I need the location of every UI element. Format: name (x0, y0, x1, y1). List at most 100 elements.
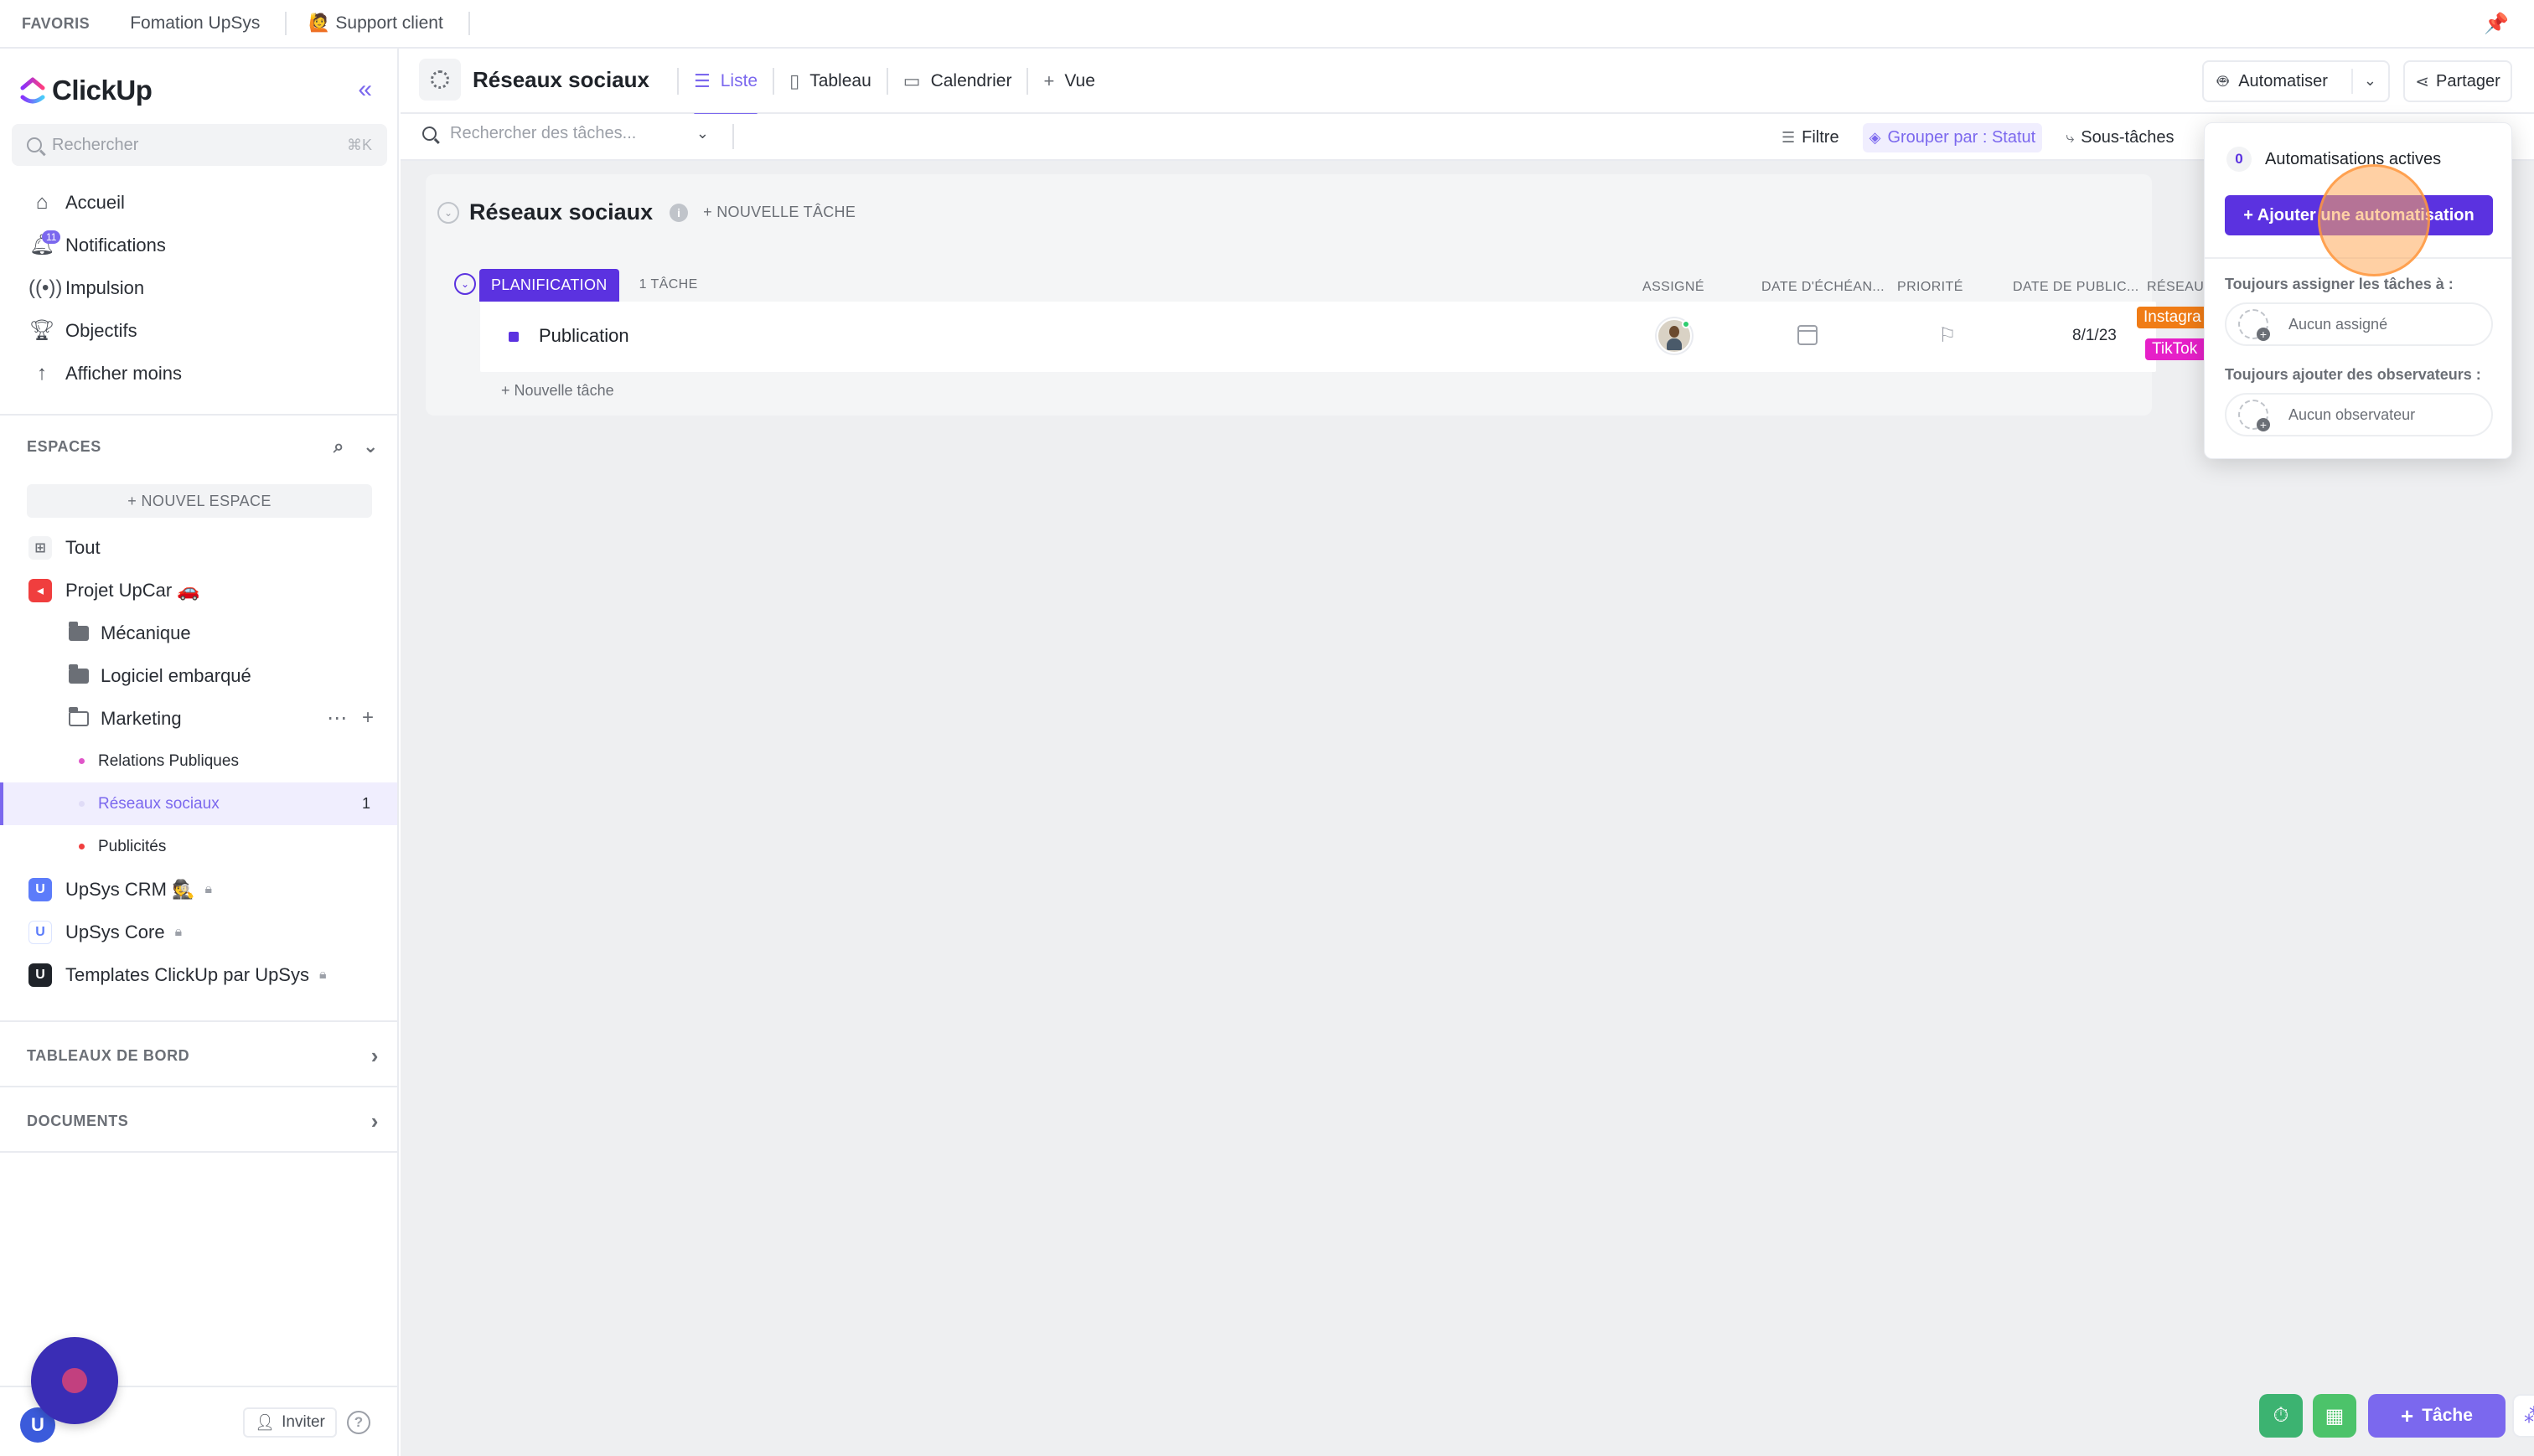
group-by-label: Grouper par : Statut (1887, 127, 2036, 147)
chevron-right-icon: › (370, 1108, 379, 1133)
brand-row: ClickUp « (20, 67, 380, 114)
help-icon[interactable]: ? (347, 1411, 370, 1434)
task-name[interactable]: Publication (539, 325, 629, 347)
documents-section[interactable]: DOCUMENTS › (27, 1108, 379, 1134)
nav-item-goals[interactable]: 🏆︎ Objectifs (0, 309, 397, 352)
folder-label: Mécanique (101, 622, 191, 643)
flag-icon[interactable]: ⚐ (1938, 323, 1957, 348)
task-status-icon[interactable] (509, 332, 519, 342)
folder-logiciel-embarque[interactable]: Logiciel embarqué (0, 654, 397, 697)
tab-board[interactable]: ▯ Tableau (774, 49, 887, 114)
favorites-separator (285, 12, 287, 35)
pin-icon[interactable]: 📌 (2484, 12, 2509, 36)
space-all[interactable]: ⊞ Tout (0, 526, 397, 569)
chevron-down-icon[interactable]: ⌄ (2364, 72, 2376, 90)
list-color-dot (79, 844, 85, 849)
column-due-date[interactable]: DATE D'ÉCHÉAN... (1761, 280, 1885, 295)
column-assignee[interactable]: ASSIGNÉ (1642, 280, 1704, 295)
status-pill[interactable]: PLANIFICATION (479, 268, 619, 302)
active-automations: 0 Automatisations actives (2226, 147, 2441, 172)
favorite-item-formation[interactable]: Fomation UpSys (130, 13, 260, 34)
dashboards-section[interactable]: TABLEAUX DE BORD › (27, 1043, 379, 1069)
table-row[interactable]: Publication ⚐ 8/1/23 Instagra TikTok (480, 302, 2208, 372)
subtasks-button[interactable]: ⤷ Sous-tâches (2059, 123, 2180, 152)
tag-tiktok[interactable]: TikTok (2145, 338, 2205, 360)
new-task-header-button[interactable]: + NOUVELLE TÂCHE (703, 204, 856, 221)
more-options-icon[interactable]: ⋯ (327, 706, 347, 731)
arrow-up-icon: ↑ (37, 361, 47, 385)
list-label: Publicités (98, 837, 167, 855)
list-relations-publiques[interactable]: Relations Publiques (0, 740, 397, 782)
nav-item-pulse[interactable]: ((•)) Impulsion (0, 266, 397, 309)
list-status-icon[interactable] (419, 59, 461, 101)
nav-label: Impulsion (65, 276, 145, 298)
nav-item-notifications[interactable]: 🔔︎ 11 Notifications (0, 224, 397, 266)
filter-label: Filtre (1802, 127, 1839, 147)
collapse-sidebar-icon[interactable]: « (358, 75, 372, 104)
list-card: ⌄ Réseaux sociaux i + NOUVELLE TÂCHE ⌄ P… (426, 174, 2208, 416)
tab-label: Vue (1064, 71, 1095, 90)
space-projet-upcar[interactable]: ◂ Projet UpCar 🚗 (0, 569, 397, 612)
page-title: Réseaux sociaux (473, 67, 650, 92)
space-label: Projet UpCar 🚗 (65, 579, 200, 601)
chevron-down-icon[interactable]: ⌄ (363, 436, 379, 457)
brand-name: ClickUp (52, 75, 153, 106)
record-button[interactable] (31, 1337, 118, 1424)
assignee-field[interactable]: Aucun assigné (2225, 302, 2493, 346)
favorites-separator (468, 12, 470, 35)
chevron-down-icon[interactable]: ⌄ (696, 125, 709, 142)
list-title: Réseaux sociaux (469, 199, 654, 225)
nav-item-home[interactable]: ⌂ Accueil (0, 181, 397, 224)
add-task-button[interactable]: + Nouvelle tâche (501, 382, 614, 400)
sidebar-divider (0, 1020, 397, 1022)
sidebar-search-placeholder: Rechercher (52, 135, 139, 154)
column-priority[interactable]: PRIORITÉ (1897, 280, 1963, 295)
list-publicites[interactable]: Publicités (0, 825, 397, 868)
filter-button[interactable]: ☰ Filtre (1775, 123, 1846, 152)
subtasks-icon: ⤷ (2066, 128, 2075, 146)
spaces-header[interactable]: ESPACES ⌕ ⌄ (27, 436, 379, 457)
folder-marketing[interactable]: Marketing ⋯ + (0, 697, 397, 740)
list-reseaux-sociaux[interactable]: Réseaux sociaux 1 (0, 782, 397, 825)
invite-button[interactable]: 👤︎ Inviter (243, 1407, 337, 1438)
publication-date-cell[interactable]: 8/1/23 (2072, 327, 2117, 345)
group-by-button[interactable]: ◈ Grouper par : Statut (1862, 122, 2043, 152)
task-search-input[interactable]: Rechercher des tâches... ⌄ (422, 124, 734, 149)
tab-add-view[interactable]: + Vue (1028, 49, 1109, 114)
nav-item-show-less[interactable]: ↑ Afficher moins (0, 352, 397, 395)
folder-mecanique[interactable]: Mécanique (0, 612, 397, 654)
new-space-button[interactable]: + NOUVEL ESPACE (27, 484, 372, 518)
favorite-item-support[interactable]: 🙋 Support client (308, 13, 442, 34)
nav-label: Accueil (65, 191, 125, 213)
plus-icon[interactable]: + (362, 706, 374, 731)
space-templates[interactable]: U Templates ClickUp par UpSys 🔒︎ (0, 953, 397, 996)
watchers-field[interactable]: Aucun observateur (2225, 393, 2493, 436)
button-split (2351, 69, 2353, 94)
space-upsys-core[interactable]: U UpSys Core 🔒︎ (0, 911, 397, 953)
search-spaces-icon[interactable]: ⌕ (334, 436, 344, 457)
upsys-logo-icon: U (28, 963, 52, 987)
add-automation-button[interactable]: + Ajouter une automatisation (2225, 195, 2493, 235)
automate-button[interactable]: 🤖︎ Automatiser ⌄ (2202, 60, 2390, 102)
share-button[interactable]: ⋖ Partager (2403, 60, 2512, 102)
assignee-avatar[interactable] (1657, 318, 1692, 354)
column-network[interactable]: RÉSEAU (2147, 280, 2204, 295)
upsys-logo-icon: U (28, 920, 52, 944)
column-publication-date[interactable]: DATE DE PUBLIC... (2013, 280, 2139, 295)
timer-button[interactable]: ⏱︎ (2259, 1394, 2303, 1438)
collapse-list-icon[interactable]: ⌄ (437, 201, 459, 224)
calendar-icon[interactable] (1797, 325, 1818, 345)
automations-count: 0 (2226, 147, 2252, 172)
new-task-button[interactable]: + Tâche (2368, 1394, 2506, 1438)
tab-calendar[interactable]: ▭ Calendrier (888, 49, 1027, 114)
tag-instagram[interactable]: Instagra (2137, 307, 2208, 328)
space-upsys-crm[interactable]: U UpSys CRM 🕵️ 🔒︎ (0, 868, 397, 911)
collapse-group-icon[interactable]: ⌄ (454, 273, 476, 295)
calendar-button[interactable]: ▦ (2313, 1394, 2356, 1438)
info-icon[interactable]: i (670, 203, 689, 222)
apps-button[interactable]: ⁂ (2512, 1394, 2534, 1438)
sidebar-divider (0, 1151, 397, 1153)
sidebar-search-input[interactable]: Rechercher ⌘K (12, 124, 387, 166)
robot-icon: 🤖︎ (2217, 70, 2229, 91)
tab-list[interactable]: ☰ Liste (679, 49, 773, 116)
